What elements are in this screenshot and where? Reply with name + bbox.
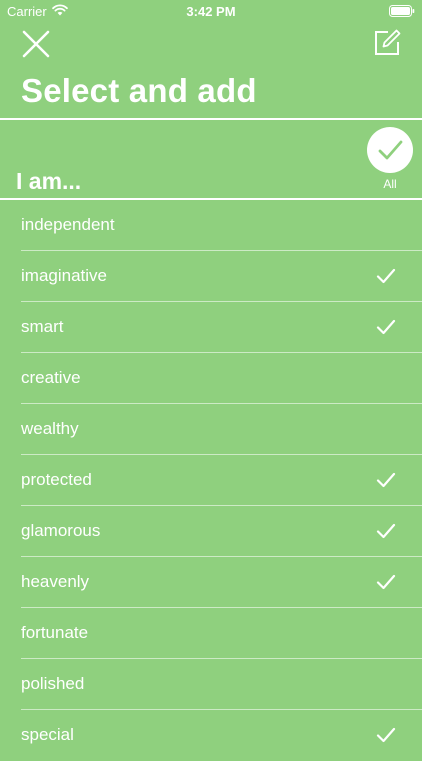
list-item-label: smart	[21, 317, 64, 336]
checkmark-icon	[376, 319, 396, 335]
list-item[interactable]: glamorous	[0, 506, 422, 557]
checkmark-icon	[376, 727, 396, 743]
select-all-circle[interactable]	[367, 127, 413, 173]
select-all-button[interactable]: All	[367, 127, 413, 191]
section-title: I am...	[16, 168, 82, 194]
list-item-label: wealthy	[21, 419, 79, 438]
checkmark-icon	[378, 140, 403, 160]
list-item-label: independent	[21, 215, 115, 234]
status-bar: Carrier 3:42 PM	[0, 0, 422, 22]
checkmark-icon	[376, 574, 396, 590]
battery-icon	[389, 5, 415, 17]
list-item[interactable]: special	[0, 710, 422, 761]
trait-list: independent imaginative smart creative w…	[0, 200, 422, 761]
list-item-label: fortunate	[21, 623, 89, 642]
checkmark-icon	[376, 472, 396, 488]
list-item[interactable]: wealthy	[0, 404, 422, 455]
list-item[interactable]: protected	[0, 455, 422, 506]
list-item[interactable]: heavenly	[0, 557, 422, 608]
list-item[interactable]: creative	[0, 353, 422, 404]
checkmark-icon	[376, 523, 396, 539]
header-divider	[0, 118, 422, 120]
list-item[interactable]: fortunate	[0, 608, 422, 659]
checkmark-icon	[376, 268, 396, 284]
compose-button[interactable]	[372, 28, 402, 58]
page-title: Select and add	[21, 72, 257, 109]
list-item[interactable]: independent	[0, 200, 422, 251]
list-item-label: creative	[21, 368, 81, 387]
list-item-label: imaginative	[21, 266, 107, 285]
close-button[interactable]	[20, 28, 52, 60]
list-item-label: protected	[21, 470, 92, 489]
list-item-label: glamorous	[21, 521, 101, 540]
list-item[interactable]: polished	[0, 659, 422, 710]
list-item[interactable]: smart	[0, 302, 422, 353]
close-icon	[22, 30, 50, 58]
list-item-label: heavenly	[21, 572, 90, 591]
list-item-label: special	[21, 725, 74, 744]
list-item[interactable]: imaginative	[0, 251, 422, 302]
compose-icon	[375, 29, 401, 55]
status-time: 3:42 PM	[186, 4, 236, 19]
select-all-label: All	[383, 177, 397, 191]
list-item-label: polished	[21, 674, 85, 693]
